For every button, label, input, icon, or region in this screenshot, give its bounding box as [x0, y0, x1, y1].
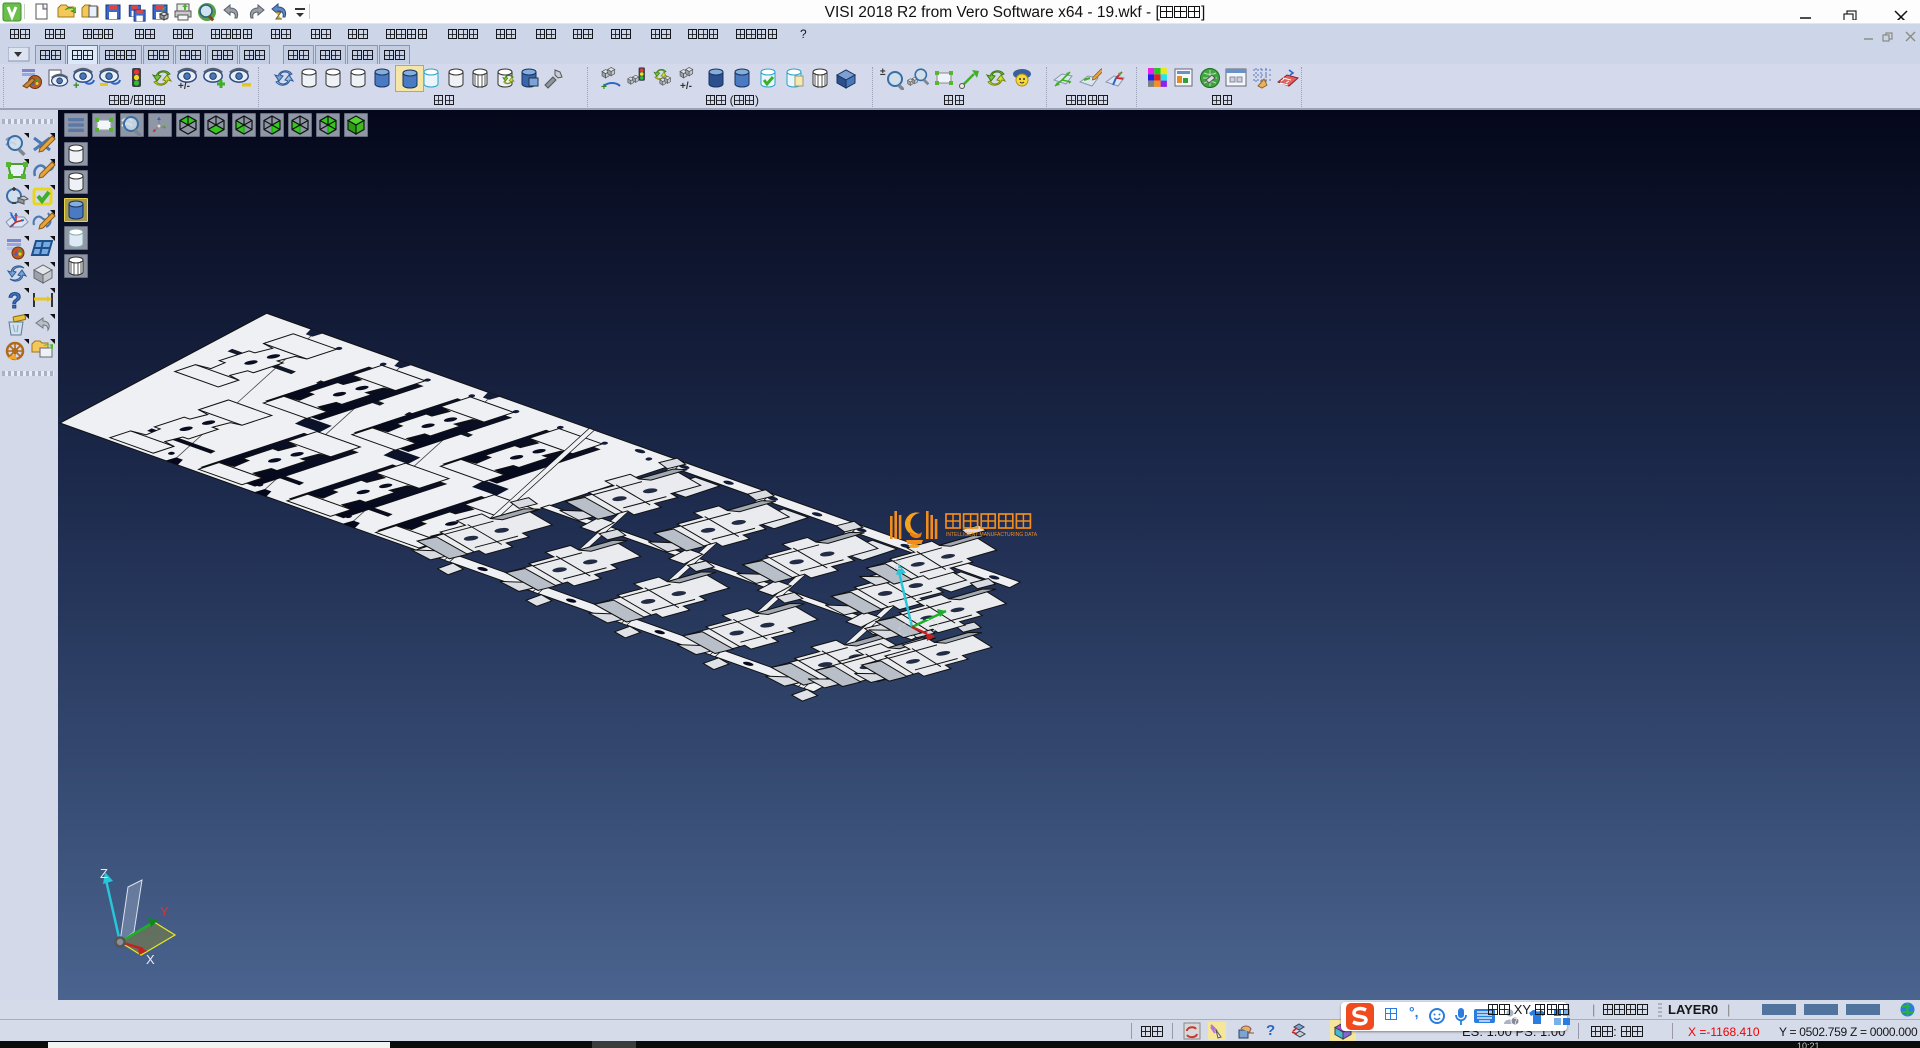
svg-text:±: ±	[880, 67, 886, 78]
svg-text:?: ?	[8, 288, 21, 313]
svg-text:+: +	[601, 82, 607, 90]
svg-text:Z: Z	[894, 558, 901, 572]
svg-text:+/-: +/-	[680, 81, 692, 90]
svg-text:Y: Y	[160, 904, 169, 919]
svg-text:+: +	[73, 80, 79, 90]
svg-text:X: X	[146, 952, 155, 967]
svg-text:7: 7	[1514, 1017, 1519, 1026]
svg-text:Z: Z	[100, 866, 108, 881]
svg-text:+/-: +/-	[178, 81, 190, 90]
svg-text:INTELLIGENT MANUFACTURING DATA: INTELLIGENT MANUFACTURING DATA	[946, 532, 1038, 538]
